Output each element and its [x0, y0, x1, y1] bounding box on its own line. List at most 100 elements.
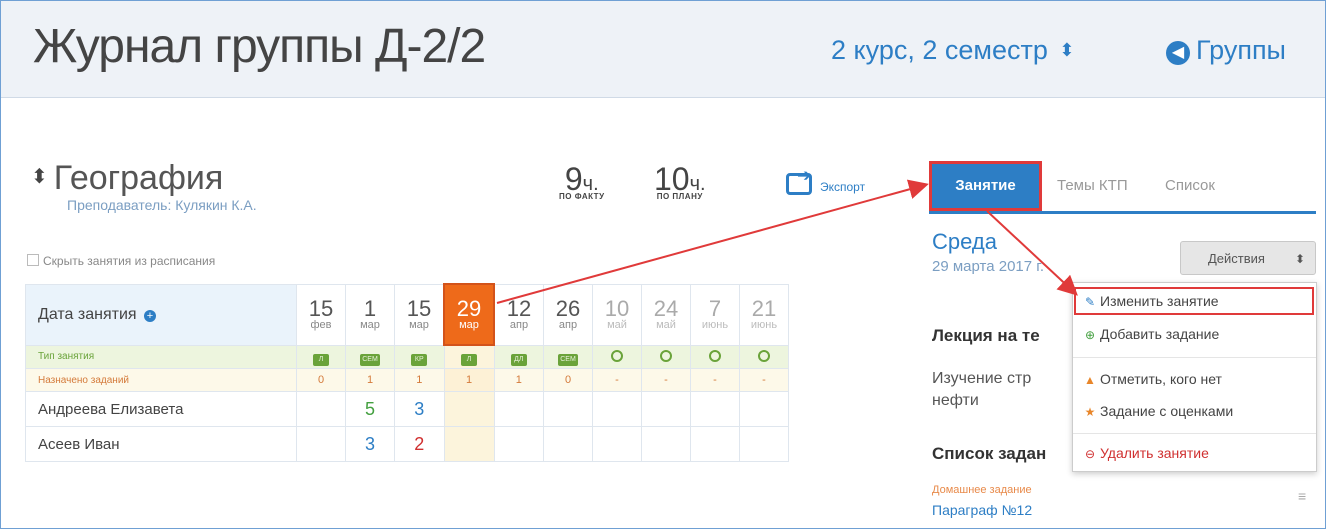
date-day: 21	[751, 296, 777, 321]
tab-ktp-topics[interactable]: Темы КТП	[1057, 161, 1128, 211]
export-label: Экспорт	[820, 180, 866, 194]
grade-cell[interactable]	[543, 426, 593, 462]
assigned-tasks-label: Назначено заданий	[25, 368, 297, 392]
assigned-count: -	[592, 368, 642, 392]
tab-lesson[interactable]: Занятие	[929, 161, 1042, 211]
date-day: 10	[604, 296, 630, 321]
grade-cell[interactable]	[493, 426, 544, 462]
grade-cell[interactable]: 2	[394, 426, 445, 462]
add-lesson-icon[interactable]: +	[144, 309, 156, 322]
groups-link[interactable]: ◀ Группы	[1166, 35, 1286, 66]
grade-cell[interactable]: 5	[345, 391, 395, 427]
date-column[interactable]: 10 май	[592, 283, 642, 346]
lesson-type-cell[interactable]: КР	[394, 344, 445, 369]
date-month: мар	[459, 319, 479, 331]
date-column[interactable]: 24 май	[641, 283, 691, 346]
menu-item-label: Изменить занятие	[1100, 293, 1219, 309]
menu-item-label: Добавить задание	[1100, 326, 1220, 342]
lesson-type-cell[interactable]	[690, 344, 740, 369]
date-column[interactable]: 12 апр	[493, 283, 544, 346]
lesson-type-badge: СЕМ	[558, 353, 578, 366]
grade-cell[interactable]	[296, 426, 346, 462]
empty-circle-icon	[660, 349, 672, 362]
grade-cell[interactable]	[443, 426, 495, 462]
assigned-count: -	[690, 368, 740, 392]
date-day: 15	[308, 296, 334, 321]
date-month: фев	[310, 319, 332, 331]
actions-dropdown[interactable]: Действия ⬍	[1180, 241, 1316, 275]
sort-icon: ⬍	[1294, 252, 1305, 266]
checkbox-icon	[27, 254, 39, 266]
lesson-type-cell[interactable]: ДЛ	[493, 344, 544, 369]
menu-item-label: Задание с оценками	[1100, 403, 1234, 419]
assigned-count: -	[739, 368, 789, 392]
lesson-type-label: Тип занятия	[25, 344, 297, 369]
dates-row: Дата занятия + 15 фев 1 мар 15 мар 29 мар 12…	[25, 283, 789, 346]
assigned-count: 1	[345, 368, 395, 392]
date-day: 1	[363, 296, 377, 321]
date-column[interactable]: 21 июнь	[739, 283, 789, 346]
grade-cell[interactable]	[592, 426, 642, 462]
hours-fact: 9ч. ПО ФАКТУ	[559, 161, 605, 201]
lesson-type-cell[interactable]: СЕМ	[543, 344, 593, 369]
subject-selector[interactable]: ⬍ География	[31, 159, 223, 198]
hide-lessons-checkbox[interactable]: Скрыть занятия из расписания	[27, 254, 215, 268]
date-column-selected[interactable]: 29 мар	[443, 283, 495, 346]
grade-cell[interactable]	[690, 426, 740, 462]
tab-list[interactable]: Список	[1165, 161, 1215, 211]
homework-label: Домашнее задание	[932, 484, 1032, 496]
date-column[interactable]: 15 фев	[296, 283, 346, 346]
menu-item-edit-lesson[interactable]: ✎ Изменить занятие	[1074, 287, 1314, 315]
empty-circle-icon	[709, 349, 721, 362]
menu-item-delete-lesson[interactable]: ⊖ Удалить занятие	[1083, 441, 1209, 465]
grade-cell[interactable]	[443, 391, 495, 427]
date-month: мар	[409, 319, 429, 331]
grade-cell[interactable]	[739, 391, 789, 427]
menu-item-add-task[interactable]: ⊕ Добавить задание	[1083, 322, 1219, 346]
lesson-type-badge: Л	[461, 354, 477, 366]
grade-cell[interactable]	[592, 391, 642, 427]
homework-link[interactable]: Параграф №12	[932, 502, 1032, 518]
menu-item-graded-task[interactable]: ★ Задание с оценками	[1083, 399, 1234, 423]
menu-divider	[1073, 433, 1316, 434]
pencil-icon: ✎	[1084, 295, 1096, 309]
date-day: 26	[555, 296, 581, 321]
lesson-type-cell[interactable]	[592, 344, 642, 369]
date-day: 29	[456, 296, 482, 321]
assigned-count: 1	[443, 368, 495, 392]
date-column[interactable]: 15 мар	[394, 283, 445, 346]
lesson-type-cell[interactable]	[739, 344, 789, 369]
grade-cell[interactable]	[543, 391, 593, 427]
grade-cell[interactable]: 3	[394, 391, 445, 427]
share-icon	[786, 166, 812, 195]
lesson-type-cell[interactable]: СЕМ	[345, 344, 395, 369]
export-button[interactable]: Экспорт	[786, 166, 866, 195]
grade-cell[interactable]	[739, 426, 789, 462]
lesson-type-row: Тип занятия Л СЕМ КР Л ДЛ СЕМ	[25, 344, 789, 369]
lesson-date: 29 марта 2017 г.	[932, 258, 1045, 275]
lesson-type-cell[interactable]: Л	[296, 344, 346, 369]
lesson-type-cell[interactable]: Л	[443, 344, 495, 369]
grade-cell[interactable]	[641, 426, 691, 462]
grade-cell[interactable]: 3	[345, 426, 395, 462]
date-day: 15	[406, 296, 432, 321]
lesson-type-cell[interactable]	[641, 344, 691, 369]
semester-label: 2 курс, 2 семестр	[831, 35, 1048, 65]
date-month: апр	[509, 319, 529, 331]
grade-cell[interactable]	[690, 391, 740, 427]
teacher-label: Преподаватель: Кулякин К.А.	[67, 197, 257, 213]
date-column[interactable]: 7 июнь	[690, 283, 740, 346]
date-column[interactable]: 1 мар	[345, 283, 395, 346]
menu-icon[interactable]: ≡	[1298, 488, 1306, 504]
grade-cell[interactable]	[493, 391, 544, 427]
semester-selector[interactable]: 2 курс, 2 семестр ⬍	[831, 35, 1074, 66]
tasks-header: Список задан	[932, 444, 1047, 463]
date-month: июнь	[701, 319, 729, 331]
menu-item-mark-absent[interactable]: ▲ Отметить, кого нет	[1083, 367, 1222, 391]
date-month: июнь	[750, 319, 778, 331]
grade-cell[interactable]	[641, 391, 691, 427]
date-column[interactable]: 26 апр	[543, 283, 593, 346]
date-month: май	[656, 319, 676, 331]
grade-cell[interactable]	[296, 391, 346, 427]
annotation-arrow	[986, 210, 1078, 296]
